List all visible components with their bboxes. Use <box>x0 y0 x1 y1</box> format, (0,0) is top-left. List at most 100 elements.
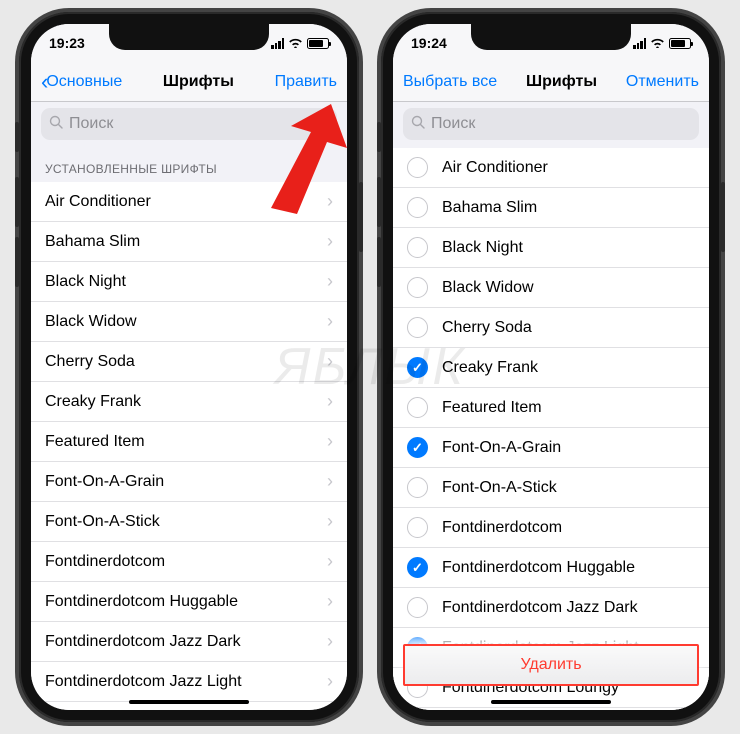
chevron-right-icon: › <box>327 671 333 692</box>
font-name: Font-On-A-Stick <box>45 513 327 531</box>
font-row[interactable]: Creaky Frank› <box>31 382 347 422</box>
font-row-selectable[interactable]: Creaky Frank <box>393 348 709 388</box>
cellular-signal-icon <box>271 38 284 49</box>
font-name: Air Conditioner <box>442 159 695 177</box>
battery-icon <box>669 38 691 49</box>
font-row-selectable[interactable]: Fontdinerdotcom Huggable <box>393 548 709 588</box>
chevron-right-icon: › <box>327 311 333 332</box>
status-time: 19:24 <box>411 35 447 51</box>
search-input[interactable]: Поиск <box>41 108 337 140</box>
font-name: Font-On-A-Stick <box>442 479 695 497</box>
chevron-right-icon: › <box>327 631 333 652</box>
checkbox-empty-icon[interactable] <box>407 517 428 538</box>
search-icon <box>49 115 63 134</box>
chevron-right-icon: › <box>327 511 333 532</box>
font-name: Black Widow <box>45 313 327 331</box>
chevron-right-icon: › <box>327 191 333 212</box>
font-name: Fontdinerdotcom Jazz Dark <box>45 633 327 651</box>
chevron-right-icon: › <box>327 431 333 452</box>
chevron-right-icon: › <box>327 591 333 612</box>
font-row[interactable]: Black Widow› <box>31 302 347 342</box>
font-name: Fontdinerdotcom Huggable <box>442 559 695 577</box>
phone-left: 19:23 ‹ Основные Шрифты Править <box>19 12 359 722</box>
back-button[interactable]: ‹ Основные <box>41 71 122 93</box>
cellular-signal-icon <box>633 38 646 49</box>
home-indicator <box>491 700 611 704</box>
back-label: Основные <box>46 73 122 91</box>
home-indicator <box>129 700 249 704</box>
nav-bar: ‹ Основные Шрифты Править <box>31 62 347 102</box>
font-name: Featured Item <box>45 433 327 451</box>
font-row[interactable]: Font-On-A-Grain› <box>31 462 347 502</box>
notch <box>109 24 269 50</box>
chevron-right-icon: › <box>327 471 333 492</box>
page-title: Шрифты <box>163 73 234 91</box>
font-row[interactable]: Featured Item› <box>31 422 347 462</box>
font-row[interactable]: Black Night› <box>31 262 347 302</box>
nav-bar: Выбрать все Шрифты Отменить <box>393 62 709 102</box>
font-row[interactable]: Cherry Soda› <box>31 342 347 382</box>
font-row-selectable[interactable]: Fontdinerdotcom Jazz Dark <box>393 588 709 628</box>
font-name: Air Conditioner <box>45 193 327 211</box>
status-time: 19:23 <box>49 35 85 51</box>
section-header: УСТАНОВЛЕННЫЕ ШРИФТЫ <box>31 148 347 182</box>
phone-right: 19:24 Выбрать все Шрифты Отменить По <box>381 12 721 722</box>
checkbox-checked-icon[interactable] <box>407 557 428 578</box>
checkbox-empty-icon[interactable] <box>407 277 428 298</box>
search-input[interactable]: Поиск <box>403 108 699 140</box>
font-row[interactable]: Fontdinerdotcom Jazz Dark› <box>31 622 347 662</box>
chevron-right-icon: › <box>327 231 333 252</box>
font-name: Creaky Frank <box>442 359 695 377</box>
wifi-icon <box>288 36 303 51</box>
delete-label: Удалить <box>520 656 581 674</box>
font-row[interactable]: Fontdinerdotcom Jazz Light› <box>31 662 347 702</box>
checkbox-empty-icon[interactable] <box>407 317 428 338</box>
checkbox-empty-icon[interactable] <box>407 477 428 498</box>
checkbox-checked-icon[interactable] <box>407 437 428 458</box>
checkbox-checked-icon[interactable] <box>407 357 428 378</box>
select-all-button[interactable]: Выбрать все <box>403 73 497 91</box>
font-name: Creaky Frank <box>45 393 327 411</box>
font-row-selectable[interactable]: Fontdinerdotcom Luvable <box>393 708 709 710</box>
font-row[interactable]: Air Conditioner› <box>31 182 347 222</box>
chevron-right-icon: › <box>327 551 333 572</box>
font-name: Fontdinerdotcom <box>45 553 327 571</box>
font-row-selectable[interactable]: Featured Item <box>393 388 709 428</box>
font-row[interactable]: Bahama Slim› <box>31 222 347 262</box>
font-row-selectable[interactable]: Air Conditioner <box>393 148 709 188</box>
checkbox-empty-icon[interactable] <box>407 197 428 218</box>
font-row-selectable[interactable]: Cherry Soda <box>393 308 709 348</box>
font-row-selectable[interactable]: Black Widow <box>393 268 709 308</box>
chevron-right-icon: › <box>327 271 333 292</box>
font-name: Fontdinerdotcom <box>442 519 695 537</box>
font-row-selectable[interactable]: Font-On-A-Grain <box>393 428 709 468</box>
font-row[interactable]: Fontdinerdotcom Huggable› <box>31 582 347 622</box>
font-name: Fontdinerdotcom Jazz Dark <box>442 599 695 617</box>
search-icon <box>411 115 425 134</box>
font-list: Air Conditioner›Bahama Slim›Black Night›… <box>31 182 347 710</box>
font-name: Fontdinerdotcom Huggable <box>45 593 327 611</box>
checkbox-empty-icon[interactable] <box>407 397 428 418</box>
delete-button[interactable]: Удалить <box>403 644 699 686</box>
font-row-selectable[interactable]: Black Night <box>393 228 709 268</box>
page-title: Шрифты <box>526 73 597 91</box>
font-name: Font-On-A-Grain <box>442 439 695 457</box>
font-name: Fontdinerdotcom Jazz Light <box>45 673 327 691</box>
font-row[interactable]: Font-On-A-Stick› <box>31 502 347 542</box>
font-row-selectable[interactable]: Fontdinerdotcom <box>393 508 709 548</box>
checkbox-empty-icon[interactable] <box>407 237 428 258</box>
cancel-button[interactable]: Отменить <box>626 73 699 91</box>
font-name: Cherry Soda <box>45 353 327 371</box>
edit-button[interactable]: Править <box>275 73 337 91</box>
font-name: Black Night <box>442 239 695 257</box>
font-name: Black Widow <box>442 279 695 297</box>
checkbox-empty-icon[interactable] <box>407 157 428 178</box>
wifi-icon <box>650 36 665 51</box>
battery-icon <box>307 38 329 49</box>
font-row[interactable]: Fontdinerdotcom› <box>31 542 347 582</box>
font-name: Font-On-A-Grain <box>45 473 327 491</box>
font-name: Cherry Soda <box>442 319 695 337</box>
font-row-selectable[interactable]: Bahama Slim <box>393 188 709 228</box>
checkbox-empty-icon[interactable] <box>407 597 428 618</box>
font-row-selectable[interactable]: Font-On-A-Stick <box>393 468 709 508</box>
